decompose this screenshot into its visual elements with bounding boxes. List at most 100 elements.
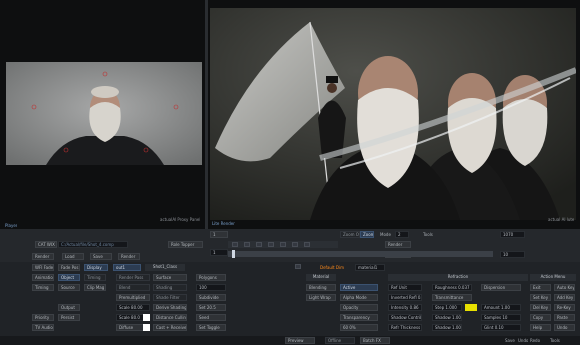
stop-icon[interactable] (268, 242, 274, 247)
mode-field[interactable]: 2 (395, 231, 409, 238)
mid-r5-b[interactable]: Cast + Receive (153, 324, 187, 331)
action-r4-b[interactable]: Undo (554, 324, 575, 331)
color-swatch-white-1[interactable] (143, 314, 150, 321)
refr-r0-c[interactable]: Dispersion (481, 284, 521, 291)
mid-r0-b[interactable]: Surface (153, 274, 187, 281)
left-row1-a[interactable]: WFI Fade (32, 264, 54, 271)
go-start-icon[interactable] (232, 242, 238, 247)
mid-r1-c[interactable]: 100 (196, 284, 226, 291)
material-icon[interactable] (295, 264, 301, 269)
frames-field[interactable]: 10 (500, 251, 525, 258)
mat-r3-b[interactable]: Transparency (340, 314, 378, 321)
left-row2-b[interactable]: Object (58, 274, 80, 281)
mid-r2-c[interactable]: Subdivide (196, 294, 226, 301)
action-r0-a[interactable]: Exit (530, 284, 551, 291)
mid-r4-b[interactable]: Distance Culling (153, 314, 187, 321)
mid-r1-a[interactable]: Blend (116, 284, 150, 291)
mat-r0-a[interactable]: Blending (306, 284, 336, 291)
mid-r0-a[interactable]: Render Pass (116, 274, 150, 281)
step-back-icon[interactable] (244, 242, 250, 247)
left-row2-c[interactable]: Timing (84, 274, 106, 281)
action-r1-a[interactable]: Set Key (530, 294, 551, 301)
left-row0-a[interactable]: Render (32, 253, 54, 260)
refr-r2-c[interactable]: Amount 1.00 (481, 304, 521, 311)
action-r4-a[interactable]: Help (530, 324, 551, 331)
mat-r0-b[interactable]: Active (340, 284, 378, 291)
action-r2-b[interactable]: Re-Key (554, 304, 575, 311)
undo-link[interactable]: Undo (518, 338, 528, 343)
refr-r0-a[interactable]: Ref Unit (388, 284, 422, 291)
action-r2-a[interactable]: Del Key (530, 304, 551, 311)
mat-r1-b[interactable]: Alpha Mode (340, 294, 378, 301)
left-row5-a[interactable]: Priority (32, 314, 54, 321)
mid-r2-b[interactable]: Shade Filter (153, 294, 187, 301)
project-button[interactable]: CAT WIX (35, 241, 57, 248)
left-row0-b[interactable]: Load (62, 253, 84, 260)
mat-r1-a[interactable]: Light Wrap (306, 294, 336, 301)
preview-button[interactable]: Preview (285, 337, 315, 344)
refr-r4-b[interactable]: Shadow 1.000 (432, 324, 462, 331)
refr-r4-c[interactable]: Glint 0.10 (481, 324, 521, 331)
refr-r0-b[interactable]: Roughness 0.037 (432, 284, 472, 291)
refr-r4-a[interactable]: Refr Thickness 1.0 (388, 324, 422, 331)
refraction-color-swatch[interactable] (465, 304, 477, 311)
offline-button[interactable]: Offline (325, 337, 355, 344)
left-row3-b[interactable]: Source (58, 284, 80, 291)
material-name-field[interactable]: material1 (355, 264, 385, 271)
mid-tab[interactable]: out1 (113, 264, 141, 271)
save-link[interactable]: Save (505, 338, 515, 343)
frame-field[interactable]: 1 (210, 249, 228, 256)
refr-r1-b[interactable]: Transmittance (432, 294, 472, 301)
left-row2-a[interactable]: Animation (32, 274, 54, 281)
mid-r3-b[interactable]: Derive Shading (153, 304, 187, 311)
left-row6-a[interactable]: TV Audio (32, 324, 54, 331)
mid-r1-b[interactable]: Shading (153, 284, 187, 291)
left-row1-b[interactable]: Fade Pos (58, 264, 80, 271)
left-row5-b[interactable]: Persist (58, 314, 80, 321)
right-viewer[interactable] (210, 8, 576, 220)
refr-r3-a[interactable]: Shadow Contrib 1.0 (388, 314, 422, 321)
color-swatch-white-2[interactable] (143, 324, 150, 331)
mid-r4-c[interactable]: Seed (196, 314, 226, 321)
tools-link[interactable]: Tools (550, 338, 560, 343)
play-icon[interactable] (280, 242, 286, 247)
batch-fx-button[interactable]: Batch FX (360, 337, 390, 344)
playhead[interactable] (232, 250, 235, 258)
left-viewer[interactable] (6, 62, 202, 165)
go-end-icon[interactable] (304, 242, 310, 247)
timeline-scrubber[interactable] (228, 251, 493, 257)
mat-r2-b[interactable]: Opacity (340, 304, 378, 311)
play-reverse-icon[interactable] (256, 242, 262, 247)
action-r0-b[interactable]: Auto Key (554, 284, 575, 291)
action-r3-b[interactable]: Paste (554, 314, 575, 321)
mid-r3-a[interactable]: Scale 80.00 (116, 304, 150, 311)
left-row0-c[interactable]: Save (90, 253, 112, 260)
refr-r1-a[interactable]: Inverted Refl 0.007 (388, 294, 422, 301)
left-row0-d[interactable]: Render (118, 253, 140, 260)
tools-select[interactable]: Render (385, 241, 411, 248)
refr-r3-c[interactable]: Samples 10 (481, 314, 521, 321)
mid-r5-c[interactable]: Set Toggle (196, 324, 226, 331)
left-viewer-overlay: actualAl Proxy Panel (160, 217, 201, 222)
refr-r3-b[interactable]: Shadow 1.00 (432, 314, 462, 321)
zoom-value[interactable]: Zoom (360, 231, 374, 238)
mat-r4-b[interactable]: 60 0% (340, 324, 378, 331)
left-row1-c[interactable]: Display (84, 264, 108, 271)
frame-button[interactable]: 1 (210, 231, 228, 238)
mid-r0-c[interactable]: Polygons (196, 274, 226, 281)
left-row4-b[interactable]: Output (58, 304, 80, 311)
role-select[interactable]: Role Topper (168, 241, 203, 248)
refr-r2-a[interactable]: Intensity 0.86 (388, 304, 422, 311)
left-row3-a[interactable]: Timing (32, 284, 54, 291)
redo-link[interactable]: Redo (530, 338, 540, 343)
action-r1-b[interactable]: Add Key (554, 294, 575, 301)
path-field[interactable]: C:/Actual/file/Shot_4.comp (58, 241, 128, 248)
end-frame-field[interactable]: 1070 (500, 231, 525, 238)
mid-r3-c[interactable]: Set 20.5 (196, 304, 226, 311)
action-r3-a[interactable]: Copy (530, 314, 551, 321)
left-row3-c[interactable]: Clip Mag (84, 284, 106, 291)
step-forward-icon[interactable] (292, 242, 298, 247)
mid-r2-a[interactable]: Premultiplied (116, 294, 150, 301)
zoom-button[interactable]: Zoom Off (340, 231, 360, 238)
refr-r2-b[interactable]: Step 1.000 (432, 304, 462, 311)
